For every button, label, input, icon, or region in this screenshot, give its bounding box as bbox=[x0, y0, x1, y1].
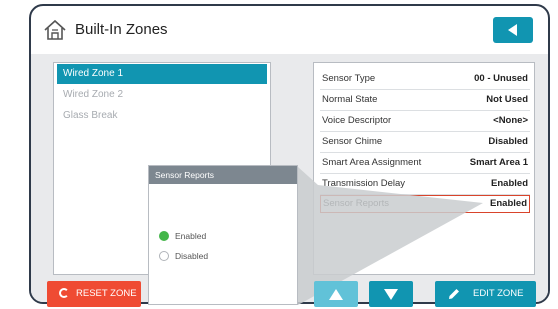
move-up-button[interactable] bbox=[314, 281, 358, 307]
radio-unselected-icon bbox=[159, 251, 169, 261]
zone-list-item[interactable]: Wired Zone 1 bbox=[57, 64, 267, 84]
radio-selected-icon bbox=[159, 231, 169, 241]
reset-zone-button[interactable]: RESET ZONE bbox=[47, 281, 141, 307]
property-row-highlighted[interactable]: Sensor Reports Enabled bbox=[320, 195, 530, 213]
radio-label: Enabled bbox=[175, 231, 207, 241]
property-row[interactable]: Transmission Delay Enabled bbox=[320, 174, 530, 195]
property-value: <None> bbox=[493, 115, 528, 126]
header: Built-In Zones bbox=[31, 6, 548, 54]
property-value: Smart Area 1 bbox=[469, 157, 528, 168]
arrow-left-icon bbox=[508, 24, 517, 36]
zone-properties-panel: Sensor Type 00 - Unused Normal State Not… bbox=[313, 62, 535, 275]
home-icon[interactable] bbox=[43, 19, 67, 41]
property-label: Voice Descriptor bbox=[322, 115, 392, 126]
reset-icon bbox=[59, 288, 69, 298]
popup-title: Sensor Reports bbox=[149, 166, 297, 184]
property-row[interactable]: Sensor Type 00 - Unused bbox=[320, 69, 530, 90]
radio-option-disabled[interactable]: Disabled bbox=[159, 250, 279, 262]
property-label: Sensor Reports bbox=[323, 198, 390, 209]
zone-list-item[interactable]: Wired Zone 2 bbox=[57, 85, 267, 105]
property-row[interactable]: Smart Area Assignment Smart Area 1 bbox=[320, 153, 530, 174]
property-label: Normal State bbox=[322, 94, 378, 105]
pencil-icon bbox=[449, 289, 459, 299]
property-row[interactable]: Sensor Chime Disabled bbox=[320, 132, 530, 153]
sensor-reports-popup: Sensor Reports Enabled Disabled bbox=[148, 165, 298, 305]
arrow-down-icon bbox=[384, 289, 398, 300]
property-value: Enabled bbox=[491, 178, 528, 189]
back-button[interactable] bbox=[493, 17, 533, 43]
arrow-up-icon bbox=[329, 289, 343, 300]
property-value: 00 - Unused bbox=[474, 73, 528, 84]
page-title: Built-In Zones bbox=[75, 21, 168, 38]
property-label: Smart Area Assignment bbox=[322, 157, 422, 168]
property-row[interactable]: Normal State Not Used bbox=[320, 90, 530, 111]
radio-label: Disabled bbox=[175, 251, 209, 261]
radio-option-enabled[interactable]: Enabled bbox=[159, 230, 279, 242]
property-value: Not Used bbox=[486, 94, 528, 105]
edit-zone-button[interactable]: EDIT ZONE bbox=[435, 281, 536, 307]
property-value: Enabled bbox=[490, 198, 527, 209]
property-label: Sensor Type bbox=[322, 73, 376, 84]
reset-zone-label: RESET ZONE bbox=[76, 288, 137, 299]
property-value: Disabled bbox=[488, 136, 528, 147]
property-label: Sensor Chime bbox=[322, 136, 383, 147]
edit-zone-label: EDIT ZONE bbox=[473, 288, 524, 299]
property-row[interactable]: Voice Descriptor <None> bbox=[320, 111, 530, 132]
move-down-button[interactable] bbox=[369, 281, 413, 307]
zone-list-item[interactable]: Glass Break bbox=[57, 106, 267, 126]
property-label: Transmission Delay bbox=[322, 178, 406, 189]
